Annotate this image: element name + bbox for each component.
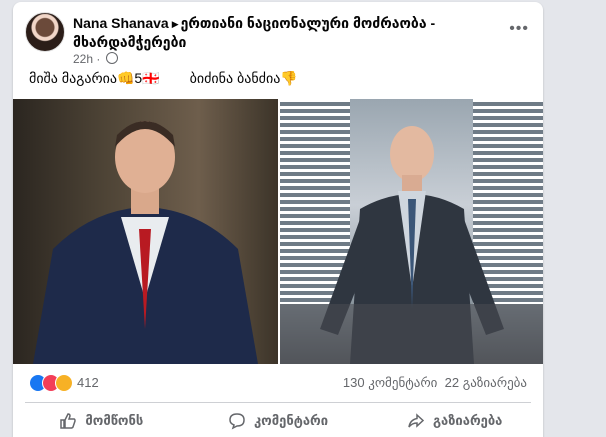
photo-right[interactable] [280,99,543,364]
comment-count[interactable]: 130 კომენტარი [343,375,438,390]
caret-right-icon: ▶ [171,19,179,29]
photo-left-figure [33,121,258,364]
photo-left[interactable] [13,99,278,364]
post-meta: 22h · [73,52,118,66]
divider [25,402,531,403]
post-header: Nana Shanava ▶ ერთიანი ნაციონალური მოძრაობ… [25,12,531,66]
wow-reaction-icon [55,374,73,392]
post-time[interactable]: 22h [73,52,93,66]
post-images [13,99,543,364]
page-background-right [560,0,606,437]
like-button[interactable]: მომწონს [13,406,190,436]
post-actions: მომწონს კომენტარი გაზიარება [13,406,543,436]
share-icon [408,413,425,428]
post-text-left: მიშა მაგარია👊5🇬🇪 [29,70,160,86]
post-text: მიშა მაგარია👊5🇬🇪 ბიძინა ბანძია👎 [29,70,298,87]
comment-label: კომენტარი [253,413,329,428]
share-count[interactable]: 22 გაზიარება [445,375,527,390]
post-card: Nana Shanava ▶ ერთიანი ნაციონალური მოძრაობ… [13,2,543,437]
post-text-right: ბიძინა ბანძია👎 [189,70,298,86]
share-button[interactable]: გაზიარება [366,406,543,436]
author-avatar[interactable] [25,12,65,52]
post-stats: 412 130 კომენტარი 22 გაზიარება [29,374,527,394]
more-options-icon[interactable]: ••• [509,20,529,38]
post-title-line: Nana Shanava ▶ ერთიანი ნაციონალური მოძრაობ… [73,14,473,51]
thumbs-up-icon [60,413,77,429]
photo-right-figure [280,126,543,364]
globe-icon [105,52,118,64]
stats-right: 130 კომენტარი 22 გაზიარება [343,375,527,391]
reaction-count[interactable]: 412 [77,375,99,390]
like-label: მომწონს [85,413,144,428]
author-name[interactable]: Nana Shanava [73,15,169,31]
comment-button[interactable]: კომენტარი [190,406,367,436]
share-label: გაზიარება [432,413,503,428]
comment-icon [229,413,245,430]
